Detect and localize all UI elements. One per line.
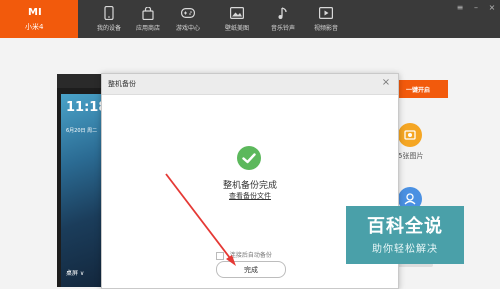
dialog-title: 整机备份 [108, 80, 136, 88]
backup-complete-title: 整机备份完成 [222, 181, 277, 191]
phone-screen [61, 94, 102, 287]
top-bar: MI 小米4 我的设备 应用商店 游戏中心 壁纸美图 音乐铃声 视频影音 ≡ –… [0, 0, 500, 38]
minimize-button[interactable]: – [470, 3, 482, 12]
nav-label: 壁纸美图 [224, 25, 249, 32]
nav-label: 视频影音 [313, 25, 338, 32]
nav-music[interactable]: 音乐铃声 [260, 0, 306, 38]
view-backup-files-link[interactable]: 查看备份文件 [102, 191, 398, 201]
finish-button[interactable]: 完成 [216, 261, 286, 278]
gamepad-icon [181, 6, 195, 20]
nav-label: 游戏中心 [175, 25, 200, 32]
phone-status-bar [57, 74, 102, 88]
menu-button[interactable]: ≡ [454, 3, 466, 12]
bag-icon [141, 6, 155, 20]
device-model: 小米4 [25, 23, 44, 31]
watermark-subtitle: 助你轻松解决 [372, 244, 438, 255]
check-circle-icon [237, 146, 261, 170]
auto-backup-label: 连接后自动备份 [229, 252, 272, 259]
photo-count: 5张图片 [398, 152, 424, 160]
nav-label: 音乐铃声 [270, 25, 295, 32]
close-icon[interactable]: × [380, 77, 392, 88]
nav-game-center[interactable]: 游戏中心 [165, 0, 211, 38]
nav-video[interactable]: 视频影音 [303, 0, 349, 38]
watermark-title: 百科全说 [367, 216, 443, 237]
close-window-button[interactable]: × [486, 3, 498, 12]
mi-logo: MI [28, 7, 42, 18]
music-icon [276, 6, 290, 20]
dialog-header: 整机备份 × [102, 74, 398, 95]
phone-icon [102, 6, 116, 20]
nav-wallpapers[interactable]: 壁纸美图 [214, 0, 260, 38]
auto-backup-row[interactable]: 连接后自动备份 [216, 250, 272, 260]
auto-backup-checkbox[interactable] [216, 251, 224, 260]
picture-icon [230, 6, 244, 20]
device-logo-block[interactable]: MI 小米4 [0, 0, 78, 38]
photo-icon [398, 123, 422, 147]
phone-desktop-label[interactable]: 桌屏 ∨ [66, 268, 84, 277]
phone-date: 6月20日 周二 [66, 128, 98, 134]
watermark: 百科全说 助你轻松解决 [346, 206, 464, 264]
video-icon [319, 6, 333, 20]
